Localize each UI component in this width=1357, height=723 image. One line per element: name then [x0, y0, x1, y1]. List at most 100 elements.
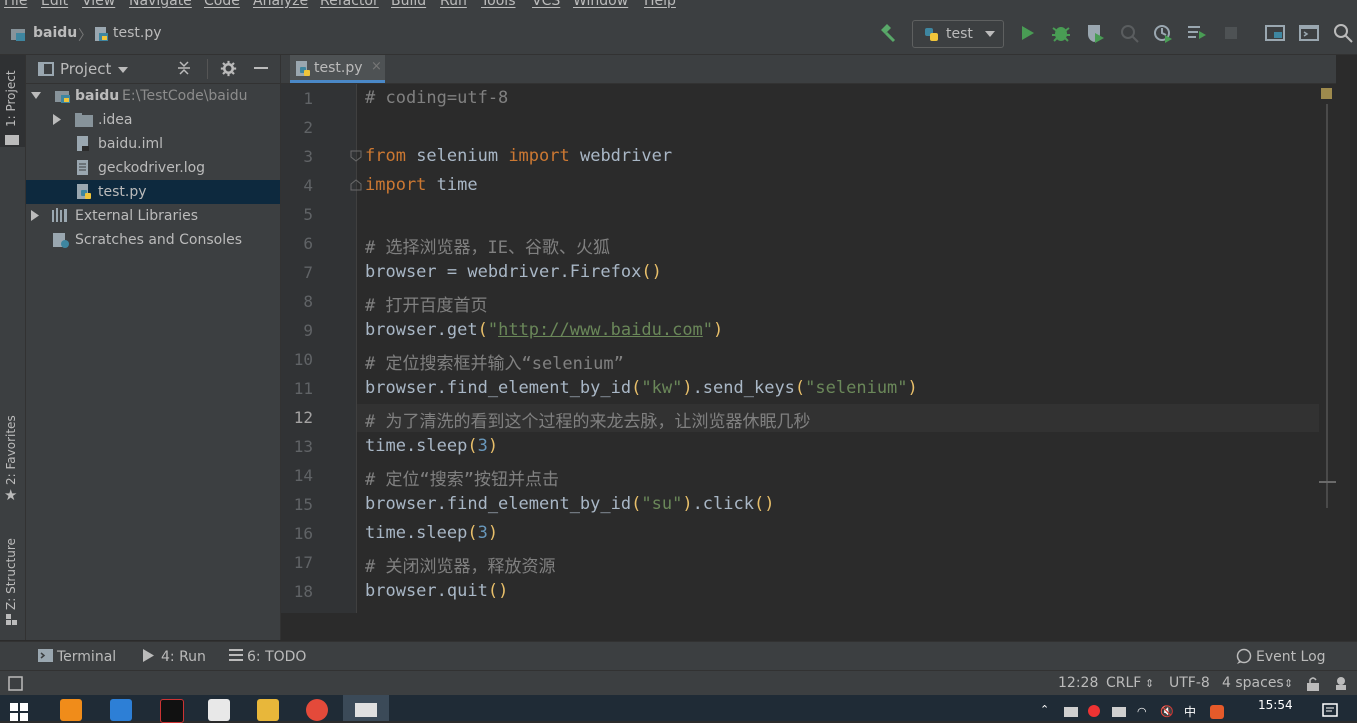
expanded-arrow-icon[interactable] — [31, 92, 41, 100]
menu-refactor[interactable]: Refactor — [320, 0, 379, 9]
menu-view[interactable]: View — [82, 0, 115, 9]
taskbar-explorer-icon[interactable] — [257, 699, 279, 721]
taskbar-active-app[interactable] — [343, 695, 389, 721]
favorites-tool-window-button[interactable]: 2: Favorites ★ — [0, 410, 25, 510]
run-configuration-select[interactable]: test — [912, 20, 1004, 48]
tray-mute-icon[interactable]: 🔇 — [1160, 705, 1174, 718]
taskbar-pycharm-icon[interactable] — [160, 699, 184, 723]
fold-marker-icon[interactable] — [350, 150, 362, 162]
collapse-all-icon[interactable] — [176, 60, 192, 76]
project-structure-icon[interactable] — [1264, 22, 1286, 44]
menu-build[interactable]: Build — [391, 0, 426, 9]
profile-icon[interactable] — [1118, 22, 1140, 44]
tray-qq-icon[interactable] — [1088, 705, 1100, 717]
menu-window[interactable]: Window — [573, 0, 628, 9]
coverage-icon[interactable] — [1084, 22, 1106, 44]
taskbar-app-icon[interactable] — [110, 699, 132, 721]
breadcrumb-separator: 〉 — [78, 28, 92, 44]
fold-marker-icon[interactable] — [350, 179, 362, 191]
editor-tab-test-py[interactable]: test.py × — [290, 55, 385, 83]
chevron-down-icon[interactable] — [118, 67, 128, 73]
code-line: import time — [365, 175, 478, 195]
terminal-window-icon[interactable] — [1298, 22, 1320, 44]
minimize-icon[interactable] — [254, 67, 268, 70]
run-lines-icon[interactable] — [1186, 22, 1208, 44]
breadcrumb-project[interactable]: baidu — [33, 25, 77, 41]
menu-tools[interactable]: Tools — [481, 0, 516, 9]
tree-item-external-libraries[interactable]: External Libraries — [26, 204, 280, 228]
tray-clock[interactable]: 15:54 — [1258, 698, 1293, 712]
taskbar-chrome-icon[interactable] — [306, 699, 328, 721]
project-view-selector[interactable]: Project — [60, 60, 111, 78]
tree-item-test-py[interactable]: test.py — [26, 180, 280, 204]
structure-icon — [6, 614, 17, 625]
run-icon[interactable] — [1016, 22, 1038, 44]
code-line: from selenium import webdriver — [365, 146, 673, 166]
scrollbar-thumb[interactable] — [1326, 104, 1328, 508]
line-separator[interactable]: CRLF — [1106, 675, 1141, 691]
project-view-icon — [38, 62, 54, 76]
code-line: browser.find_element_by_id("su").click() — [365, 494, 775, 514]
debug-icon[interactable] — [1050, 22, 1072, 44]
project-folder-icon — [55, 91, 70, 103]
line-number: 17 — [293, 553, 313, 572]
taskbar-notepad-icon[interactable] — [208, 699, 230, 721]
inspector-icon[interactable] — [1333, 675, 1349, 691]
menu-file[interactable]: File — [4, 0, 27, 9]
stop-icon[interactable] — [1220, 22, 1242, 44]
tree-item-idea[interactable]: .idea — [26, 108, 280, 132]
tray-expand-icon[interactable]: ⌃ — [1040, 703, 1049, 716]
project-tool-window-button[interactable]: 1: Project — [0, 55, 25, 147]
menu-help[interactable]: Help — [644, 0, 676, 9]
run-label: 4: Run — [161, 649, 206, 665]
tray-ime-label[interactable]: 中 — [1184, 703, 1196, 720]
gear-icon[interactable] — [220, 60, 237, 77]
search-icon[interactable] — [1332, 22, 1354, 44]
inspection-status-icon[interactable] — [1321, 88, 1332, 99]
breadcrumb-file[interactable]: test.py — [113, 25, 162, 41]
line-number: 2 — [303, 118, 313, 137]
code-line: browser.get("http://www.baidu.com") — [365, 320, 724, 340]
indent-arrows-icon: ⇕ — [1284, 677, 1294, 690]
file-encoding[interactable]: UTF-8 — [1169, 675, 1210, 691]
tool-windows-toggle-icon[interactable] — [8, 676, 23, 691]
tray-network-icon[interactable]: ◠ — [1137, 705, 1147, 718]
code-line: browser.quit() — [365, 581, 509, 601]
editor-vertical-scrollbar[interactable] — [1319, 84, 1336, 613]
structure-tool-window-button[interactable]: Z: Structure — [0, 530, 25, 630]
menu-analyze[interactable]: Analyze — [253, 0, 308, 9]
project-tool-window: Project baidu E:\TestCode\baidu .idea ba… — [26, 55, 281, 640]
run-configuration-label: test — [946, 26, 973, 42]
folder-icon — [5, 135, 19, 145]
favorites-tool-label: 2: Favorites — [4, 415, 18, 485]
menu-vcs[interactable]: VCS — [532, 0, 560, 9]
build-hammer-icon[interactable] — [877, 22, 899, 44]
menu-navigate[interactable]: Navigate — [129, 0, 192, 9]
tree-item-geckodriver-log[interactable]: geckodriver.log — [26, 156, 280, 180]
tray-sogou-icon[interactable] — [1210, 705, 1224, 719]
event-log-button[interactable]: Event Log — [1236, 642, 1326, 670]
taskbar-app-icon[interactable] — [60, 699, 82, 721]
todo-tool-button[interactable]: 6: TODO — [228, 642, 308, 670]
terminal-tool-button[interactable]: Terminal — [36, 642, 126, 670]
notification-icon[interactable] — [1322, 703, 1338, 717]
collapsed-arrow-icon[interactable] — [31, 210, 39, 221]
caret-position[interactable]: 12:28 — [1058, 675, 1098, 691]
close-icon[interactable]: × — [371, 59, 382, 74]
tree-item-scratches[interactable]: Scratches and Consoles — [26, 228, 280, 252]
run-tool-button[interactable]: 4: Run — [140, 642, 210, 670]
tree-item-baidu-iml[interactable]: baidu.iml — [26, 132, 280, 156]
windows-start-icon[interactable] — [10, 703, 28, 721]
menu-code[interactable]: Code — [204, 0, 240, 9]
concurrency-icon[interactable] — [1152, 22, 1174, 44]
menu-run[interactable]: Run — [440, 0, 467, 9]
lock-icon[interactable] — [1306, 676, 1320, 691]
tray-app-icon[interactable] — [1064, 707, 1078, 717]
python-icon — [925, 28, 938, 41]
menu-edit[interactable]: Edit — [41, 0, 68, 9]
tray-battery-icon[interactable] — [1112, 707, 1126, 717]
collapsed-arrow-icon[interactable] — [53, 114, 61, 125]
tree-item-baidu[interactable]: baidu E:\TestCode\baidu — [26, 84, 280, 108]
line-number: 6 — [303, 234, 313, 253]
indent-setting[interactable]: 4 spaces — [1222, 675, 1284, 691]
